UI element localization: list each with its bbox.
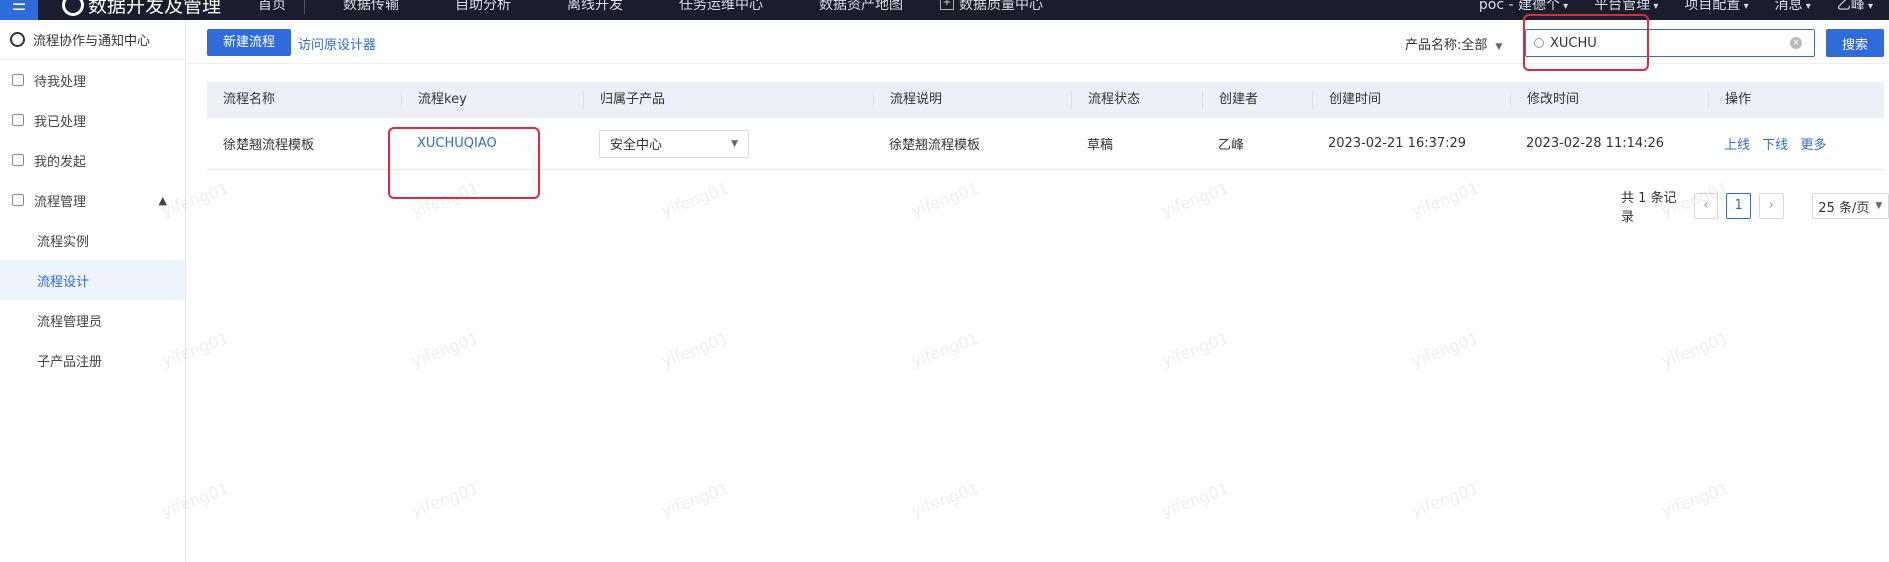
online-link[interactable]: 上线 [1724, 138, 1750, 153]
cell-name: 徐楚翘流程模板 [223, 138, 315, 153]
page-size-value: 25 条/页 [1818, 200, 1870, 216]
platform-admin-menu[interactable]: 平台管理 [1594, 0, 1658, 14]
search-button[interactable]: 搜索 [1826, 29, 1884, 57]
more-link[interactable]: 更多 [1800, 138, 1826, 153]
sidebar-item-flow-management[interactable]: 流程管理 ▲ [0, 180, 185, 220]
cell-creator: 乙峰 [1218, 138, 1245, 153]
nav-item-offline-dev[interactable]: 离线开发 [539, 0, 651, 14]
nav-item-asset-map[interactable]: 数据资产地图 [791, 0, 931, 14]
header-created: 创建时间 [1312, 91, 1510, 109]
caret-down-icon: ▼ [1495, 42, 1503, 52]
new-flow-button[interactable]: 新建流程 [207, 29, 292, 56]
product-filter-label: 产品名称:全部 [1405, 38, 1488, 53]
product-filter-dropdown[interactable]: 产品名称:全部 ▼ [1405, 34, 1502, 53]
page-size-select[interactable]: 25 条/页 ▼ [1811, 193, 1889, 219]
header-description: 流程说明 [873, 91, 1071, 109]
sidebar-subitem-flow-admin[interactable]: 流程管理员 [0, 300, 185, 340]
project-config-menu[interactable]: 项目配置 [1684, 0, 1748, 14]
todo-icon [12, 74, 24, 86]
nav-item-ops-center[interactable]: 任务运维中心 [651, 0, 791, 14]
sidebar-item-pending[interactable]: 待我处理 [0, 60, 185, 100]
nav-item-home[interactable]: 首页 [230, 0, 314, 14]
clear-icon[interactable]: × [1790, 37, 1802, 49]
header-key: 流程key [401, 91, 583, 109]
top-right-menu: poc - 建德个 平台管理 项目配置 消息 乙峰 [1479, 0, 1873, 14]
sidebar-title-label: 流程协作与通知中心 [33, 34, 151, 49]
cell-modified: 2023-02-28 11:14:26 [1526, 136, 1665, 151]
pagination: 共 1 条记录 ‹ 1 › 25 条/页 ▼ [1621, 187, 1889, 225]
cell-created: 2023-02-21 16:37:29 [1328, 136, 1467, 151]
cell-description: 徐楚翘流程模板 [889, 138, 981, 153]
offline-link[interactable]: 下线 [1762, 138, 1788, 153]
user-menu[interactable]: 乙峰 [1837, 0, 1873, 14]
highlight-search-box [1523, 14, 1649, 71]
workflow-center-icon [10, 32, 25, 47]
header-creator: 创建者 [1202, 91, 1312, 109]
hierarchy-icon [12, 194, 24, 206]
sidebar-item-handled[interactable]: 我已处理 [0, 100, 185, 140]
sidebar-item-label: 我已处理 [34, 114, 87, 130]
sidebar-subitem-subproduct-register[interactable]: 子产品注册 [0, 340, 185, 380]
next-page-button[interactable]: › [1758, 193, 1784, 219]
page-1-button[interactable]: 1 [1726, 193, 1751, 219]
header-modified: 修改时间 [1510, 91, 1708, 109]
cell-status: 草稿 [1087, 138, 1114, 153]
caret-down-icon: ▼ [731, 138, 738, 149]
cell-ops: 上线 下线 更多 [1708, 134, 1884, 153]
visit-old-designer-link[interactable]: 访问原设计器 [298, 34, 376, 53]
sidebar-subitem-flow-design[interactable]: 流程设计 [0, 260, 185, 300]
brand-logo-icon [62, 0, 84, 16]
sidebar-item-label: 我的发起 [34, 154, 87, 170]
header-subproduct: 归属子产品 [583, 91, 873, 109]
add-tab-icon[interactable]: + [940, 0, 954, 10]
header-ops: 操作 [1708, 91, 1884, 109]
sidebar-item-label: 流程管理 [34, 194, 87, 210]
brand-title: 数据开发及管理 [88, 0, 222, 17]
highlight-flow-key [388, 127, 540, 199]
project-switcher[interactable]: poc - 建德个 [1479, 0, 1568, 14]
nav-item-self-analysis[interactable]: 自助分析 [427, 0, 539, 14]
subproduct-select[interactable]: 安全中心 ▼ [599, 129, 749, 158]
table-header: 流程名称 流程key 归属子产品 流程说明 流程状态 创建者 创建时间 修改时间… [207, 82, 1884, 118]
prev-page-button[interactable]: ‹ [1693, 193, 1719, 219]
done-icon [12, 114, 24, 126]
sidebar-title: 流程协作与通知中心 [0, 20, 185, 60]
header-status: 流程状态 [1071, 91, 1202, 109]
sidebar-subitem-flow-instance[interactable]: 流程实例 [0, 220, 185, 260]
header-name: 流程名称 [223, 92, 276, 107]
caret-down-icon: ▼ [1875, 201, 1883, 211]
cell-subproduct: 安全中心 ▼ [583, 129, 873, 158]
sidebar-item-label: 待我处理 [34, 74, 87, 90]
chevron-up-icon: ▲ [158, 193, 167, 207]
menu-icon[interactable]: ☰ [0, 0, 38, 20]
nav-item-data-transfer[interactable]: 数据传输 [315, 0, 427, 14]
nav-divider [304, 0, 305, 14]
messages-menu[interactable]: 消息 [1775, 0, 1811, 14]
document-icon [12, 154, 24, 166]
main-content: 新建流程 访问原设计器 产品名称:全部 ▼ × 搜索 流程名称 流程key 归属子… [187, 20, 1889, 562]
brand: 数据开发及管理 [62, 0, 221, 18]
pagination-total: 共 1 条记录 [1621, 191, 1677, 225]
sidebar: 流程协作与通知中心 待我处理 我已处理 我的发起 流程管理 ▲ 流程实例 流程设… [0, 20, 186, 562]
sidebar-item-initiated[interactable]: 我的发起 [0, 140, 185, 180]
subproduct-value: 安全中心 [610, 138, 663, 153]
